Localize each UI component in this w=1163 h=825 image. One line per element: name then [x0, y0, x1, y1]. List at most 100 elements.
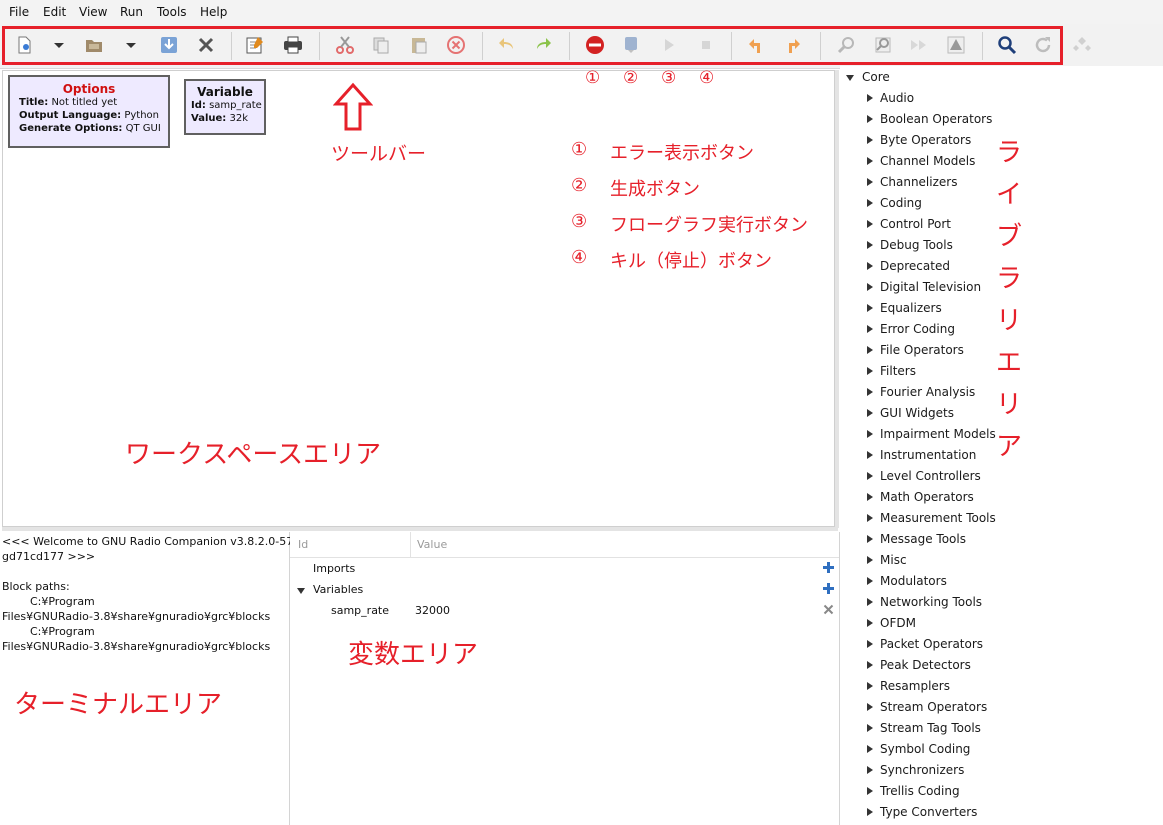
paste-icon[interactable]	[409, 35, 429, 55]
cut-icon[interactable]	[335, 35, 355, 55]
expand-right-icon[interactable]	[867, 199, 873, 207]
save-icon[interactable]	[159, 35, 179, 55]
expand-right-icon[interactable]	[867, 409, 873, 417]
add-variable-icon[interactable]	[822, 582, 835, 595]
options-block[interactable]: Options Title: Not titled yet Output Lan…	[8, 75, 170, 148]
expand-right-icon[interactable]	[867, 808, 873, 816]
error-stop-icon[interactable]	[585, 35, 605, 55]
expand-right-icon[interactable]	[867, 535, 873, 543]
properties-icon[interactable]	[245, 35, 265, 55]
enable-icon[interactable]	[836, 35, 856, 55]
expand-right-icon[interactable]	[867, 661, 873, 669]
column-header-value[interactable]: Value	[417, 538, 447, 551]
library-category[interactable]: Channel Models	[880, 154, 975, 168]
expand-right-icon[interactable]	[867, 724, 873, 732]
open-dropdown-icon[interactable]	[121, 35, 141, 55]
library-category[interactable]: Trellis Coding	[880, 784, 960, 798]
menu-file[interactable]: File	[9, 5, 29, 19]
library-category[interactable]: Coding	[880, 196, 922, 210]
expand-right-icon[interactable]	[867, 241, 873, 249]
library-category[interactable]: Message Tools	[880, 532, 966, 546]
expand-right-icon[interactable]	[867, 577, 873, 585]
new-file-icon[interactable]	[14, 35, 34, 55]
library-category[interactable]: Peak Detectors	[880, 658, 971, 672]
expand-right-icon[interactable]	[867, 619, 873, 627]
library-category[interactable]: Filters	[880, 364, 916, 378]
library-category[interactable]: OFDM	[880, 616, 916, 630]
expand-right-icon[interactable]	[867, 682, 873, 690]
disable-icon[interactable]	[873, 35, 893, 55]
bypass-icon[interactable]	[909, 35, 929, 55]
library-category[interactable]: Math Operators	[880, 490, 974, 504]
variable-id-cell[interactable]: samp_rate	[331, 604, 389, 617]
library-category[interactable]: Networking Tools	[880, 595, 982, 609]
generate-icon[interactable]	[621, 35, 641, 55]
library-category[interactable]: Stream Tag Tools	[880, 721, 981, 735]
rotate-cw-icon[interactable]	[783, 35, 803, 55]
library-category[interactable]: Synchronizers	[880, 763, 964, 777]
library-category[interactable]: Packet Operators	[880, 637, 983, 651]
expand-right-icon[interactable]	[867, 178, 873, 186]
copy-icon[interactable]	[371, 35, 391, 55]
library-category[interactable]: Channelizers	[880, 175, 957, 189]
errors-icon[interactable]	[946, 35, 966, 55]
variable-block[interactable]: Variable Id: samp_rate Value: 32k	[184, 79, 266, 135]
library-category[interactable]: Instrumentation	[880, 448, 976, 462]
undo-icon[interactable]	[497, 35, 517, 55]
expand-right-icon[interactable]	[867, 388, 873, 396]
column-separator[interactable]	[410, 532, 411, 557]
imports-row[interactable]: Imports	[313, 562, 355, 575]
expand-right-icon[interactable]	[867, 556, 873, 564]
library-category[interactable]: Debug Tools	[880, 238, 953, 252]
expand-right-icon[interactable]	[867, 514, 873, 522]
expand-right-icon[interactable]	[867, 283, 873, 291]
workspace-scrollbar-horizontal[interactable]	[2, 527, 838, 531]
expand-down-icon[interactable]	[296, 587, 306, 595]
library-category[interactable]: Control Port	[880, 217, 951, 231]
library-category[interactable]: Equalizers	[880, 301, 942, 315]
library-category[interactable]: Type Converters	[880, 805, 977, 819]
expand-right-icon[interactable]	[867, 136, 873, 144]
expand-down-icon[interactable]	[845, 74, 855, 82]
expand-right-icon[interactable]	[867, 262, 873, 270]
library-category[interactable]: Deprecated	[880, 259, 950, 273]
library-category[interactable]: Audio	[880, 91, 914, 105]
menu-edit[interactable]: Edit	[43, 5, 66, 19]
print-icon[interactable]	[283, 35, 303, 55]
library-category[interactable]: Stream Operators	[880, 700, 987, 714]
column-header-id[interactable]: Id	[298, 538, 308, 551]
remove-variable-icon[interactable]	[823, 604, 834, 615]
expand-right-icon[interactable]	[867, 451, 873, 459]
expand-right-icon[interactable]	[867, 94, 873, 102]
open-folder-icon[interactable]	[84, 35, 104, 55]
library-category[interactable]: Measurement Tools	[880, 511, 996, 525]
execute-play-icon[interactable]	[659, 35, 679, 55]
variable-value-cell[interactable]: 32000	[415, 604, 450, 617]
library-category[interactable]: Level Controllers	[880, 469, 981, 483]
library-category[interactable]: GUI Widgets	[880, 406, 954, 420]
library-category[interactable]: Resamplers	[880, 679, 950, 693]
reload-icon[interactable]	[1033, 35, 1053, 55]
add-import-icon[interactable]	[822, 561, 835, 574]
library-category[interactable]: Byte Operators	[880, 133, 971, 147]
delete-icon[interactable]	[446, 35, 466, 55]
library-category[interactable]: Error Coding	[880, 322, 955, 336]
expand-right-icon[interactable]	[867, 766, 873, 774]
rotate-ccw-icon[interactable]	[746, 35, 766, 55]
expand-right-icon[interactable]	[867, 325, 873, 333]
close-icon[interactable]	[196, 35, 216, 55]
kill-stop-icon[interactable]	[696, 35, 716, 55]
library-category[interactable]: Fourier Analysis	[880, 385, 975, 399]
expand-right-icon[interactable]	[867, 745, 873, 753]
library-category[interactable]: File Operators	[880, 343, 964, 357]
library-category[interactable]: Symbol Coding	[880, 742, 970, 756]
hier-block-icon[interactable]	[1072, 35, 1092, 55]
library-category[interactable]: Boolean Operators	[880, 112, 992, 126]
library-category[interactable]: Misc	[880, 553, 907, 567]
expand-right-icon[interactable]	[867, 157, 873, 165]
expand-right-icon[interactable]	[867, 472, 873, 480]
expand-right-icon[interactable]	[867, 640, 873, 648]
expand-right-icon[interactable]	[867, 367, 873, 375]
search-icon[interactable]	[997, 35, 1017, 55]
expand-right-icon[interactable]	[867, 115, 873, 123]
